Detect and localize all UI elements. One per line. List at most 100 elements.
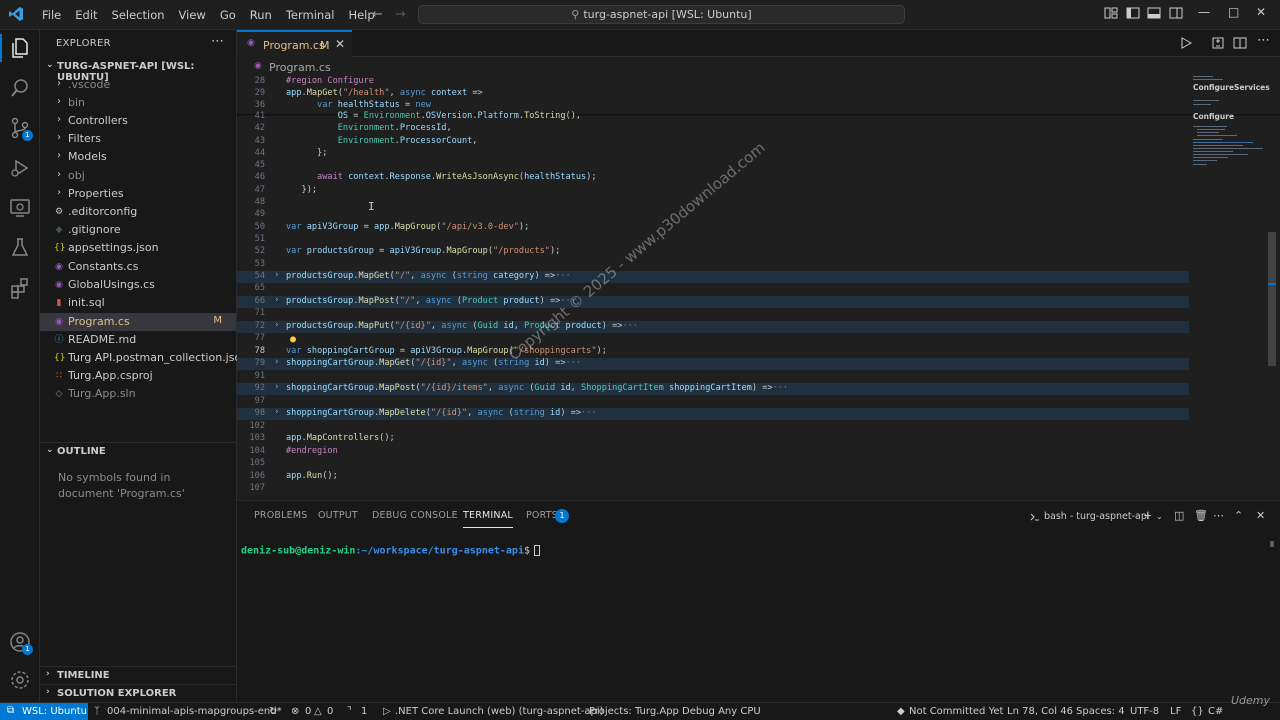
- vertical-scrollbar-thumb[interactable]: [1268, 232, 1276, 366]
- sync-icon[interactable]: ↻: [269, 706, 277, 717]
- chevron-right-icon[interactable]: ›: [274, 320, 279, 330]
- end-of-line[interactable]: LF: [1170, 706, 1181, 717]
- toggle-sidebar-icon[interactable]: [1126, 6, 1140, 20]
- tree-item-obj[interactable]: › obj: [40, 167, 236, 185]
- maximize-panel-icon[interactable]: ⌃: [1234, 509, 1243, 522]
- tree-item-filters[interactable]: › Filters: [40, 130, 236, 148]
- tree-item-csproj[interactable]: ∷ Turg.App.csproj: [40, 367, 236, 385]
- indentation[interactable]: Spaces: 4: [1076, 706, 1125, 717]
- menu-run[interactable]: Run: [243, 0, 279, 30]
- solution-explorer-section-header[interactable]: › SOLUTION EXPLORER: [40, 685, 237, 703]
- menu-terminal[interactable]: Terminal: [279, 0, 342, 30]
- run-icon[interactable]: [1179, 36, 1193, 50]
- more-actions-icon[interactable]: ⋯: [1213, 509, 1224, 522]
- language-mode[interactable]: C#: [1208, 706, 1223, 717]
- maximize-icon[interactable]: □: [1228, 5, 1239, 19]
- menu-go[interactable]: Go: [213, 0, 243, 30]
- tree-item-globalusings[interactable]: ◉ GlobalUsings.cs: [40, 276, 236, 294]
- menu-edit[interactable]: Edit: [68, 0, 104, 30]
- run-debug-icon[interactable]: [8, 156, 32, 180]
- warning-count[interactable]: 0: [327, 706, 333, 717]
- git-blame-status[interactable]: Not Committed Yet: [909, 706, 1003, 717]
- tree-item-properties[interactable]: › Properties: [40, 185, 236, 203]
- chevron-right-icon[interactable]: ›: [274, 357, 279, 367]
- cursor-position[interactable]: Ln 78, Col 46: [1007, 706, 1073, 717]
- menu-selection[interactable]: Selection: [105, 0, 172, 30]
- close-panel-icon[interactable]: ✕: [1256, 509, 1265, 522]
- tab-terminal[interactable]: TERMINAL: [463, 510, 513, 528]
- compare-changes-icon[interactable]: [1211, 36, 1225, 50]
- tree-item-controllers[interactable]: › Controllers: [40, 112, 236, 130]
- chevron-right-icon[interactable]: ›: [274, 407, 279, 417]
- back-arrow-icon[interactable]: ←: [372, 7, 383, 22]
- more-actions-icon[interactable]: ⋯: [211, 34, 224, 49]
- menu-view[interactable]: View: [172, 0, 213, 30]
- tree-item-appsettings[interactable]: {} appsettings.json: [40, 239, 236, 257]
- tree-item-bin[interactable]: › bin: [40, 94, 236, 112]
- workspace-root[interactable]: ⌄ TURG-ASPNET-API [WSL: UBUNTU]: [40, 58, 237, 83]
- terminal-scrollbar[interactable]: [1270, 541, 1274, 547]
- code-text: app.MapControllers();: [286, 433, 395, 443]
- breadcrumb-file[interactable]: Program.cs: [269, 61, 331, 74]
- new-terminal-icon[interactable]: +: [1143, 509, 1152, 522]
- files-icon[interactable]: [8, 36, 32, 60]
- tree-item-init-sql[interactable]: ▮ init.sql: [40, 294, 236, 312]
- chevron-right-icon[interactable]: ›: [274, 295, 279, 305]
- code-line: 28 #region Configure: [237, 76, 1189, 88]
- debug-launch-config[interactable]: .NET Core Launch (web) (turg-aspnet-api): [395, 706, 604, 717]
- tab-problems[interactable]: PROBLEMS: [254, 510, 307, 521]
- vscode-logo-icon[interactable]: [8, 6, 24, 22]
- outline-section-header[interactable]: ⌄ OUTLINE: [40, 443, 237, 461]
- debug-configuration[interactable]: Debug Any CPU: [682, 706, 761, 717]
- forwarded-ports-count[interactable]: 1: [361, 706, 367, 717]
- error-count[interactable]: 0: [305, 706, 311, 717]
- chevron-right-icon[interactable]: ›: [274, 382, 279, 392]
- toggle-panel-icon[interactable]: [1147, 6, 1161, 20]
- timeline-section-header[interactable]: › TIMELINE: [40, 667, 237, 685]
- line-number: 79: [254, 358, 265, 368]
- command-center[interactable]: ⚲ turg-aspnet-api [WSL: Ubuntu]: [418, 5, 905, 24]
- tree-item-program[interactable]: ◉ Program.cs M: [40, 313, 236, 331]
- close-window-icon[interactable]: ✕: [1256, 5, 1266, 19]
- search-icon[interactable]: [8, 76, 32, 100]
- minimize-icon[interactable]: —: [1198, 5, 1210, 19]
- minimap[interactable]: ConfigureServices Configure: [1189, 76, 1280, 498]
- tab-modified-status: M: [320, 39, 330, 52]
- terminal-prompt[interactable]: deniz-sub@deniz-win:~/workspace/turg-asp…: [241, 545, 540, 557]
- git-branch[interactable]: 004-minimal-apis-mapgroups-end*: [107, 706, 282, 717]
- tree-item-models[interactable]: › Models: [40, 148, 236, 166]
- extensions-icon[interactable]: [8, 276, 32, 300]
- forward-arrow-icon[interactable]: →: [395, 7, 406, 22]
- remote-indicator[interactable]: ⧉ WSL: Ubuntu: [0, 703, 88, 720]
- encoding[interactable]: UTF-8: [1130, 706, 1159, 717]
- chevron-down-icon[interactable]: ⌄: [1156, 512, 1163, 521]
- split-editor-icon[interactable]: [1233, 36, 1247, 50]
- minimap-section-label: ConfigureServices: [1193, 83, 1270, 92]
- tree-item-vscode[interactable]: › .vscode: [40, 76, 236, 94]
- menu-file[interactable]: File: [35, 0, 68, 30]
- tree-item-sln[interactable]: ◇ Turg.App.sln: [40, 385, 236, 403]
- tree-item-postman[interactable]: {} Turg API.postman_collection.json: [40, 349, 248, 367]
- tab-output[interactable]: OUTPUT: [318, 510, 358, 521]
- remote-explorer-icon[interactable]: [8, 196, 32, 220]
- tab-program-cs[interactable]: ◉ Program.cs M ✕: [237, 30, 352, 57]
- tree-item-constants[interactable]: ◉ Constants.cs: [40, 258, 236, 276]
- tree-item-readme[interactable]: ⓘ README.md: [40, 331, 236, 349]
- terminal-instance-name[interactable]: bash - turg-aspnet-api: [1044, 511, 1150, 522]
- tree-item-editorconfig[interactable]: ⚙ .editorconfig: [40, 203, 236, 221]
- json-file-icon: {}: [54, 353, 66, 363]
- close-icon[interactable]: ✕: [335, 37, 345, 51]
- layout-customize-icon[interactable]: [1104, 6, 1118, 20]
- projects-status[interactable]: Projects: Turg.App: [589, 706, 679, 717]
- split-terminal-icon[interactable]: ◫: [1174, 509, 1184, 522]
- trash-icon[interactable]: 🗑: [1194, 509, 1208, 522]
- more-actions-icon[interactable]: ⋯: [1257, 33, 1271, 48]
- manage-gear-icon[interactable]: [8, 668, 32, 692]
- lightbulb-icon[interactable]: ●: [290, 334, 296, 345]
- toggle-secondary-sidebar-icon[interactable]: [1169, 6, 1183, 20]
- testing-icon[interactable]: [8, 236, 32, 260]
- tree-item-gitignore[interactable]: ◆ .gitignore: [40, 221, 236, 239]
- tab-debug-console[interactable]: DEBUG CONSOLE: [372, 510, 458, 521]
- tab-ports[interactable]: PORTS: [526, 510, 558, 521]
- chevron-right-icon[interactable]: ›: [274, 270, 279, 280]
